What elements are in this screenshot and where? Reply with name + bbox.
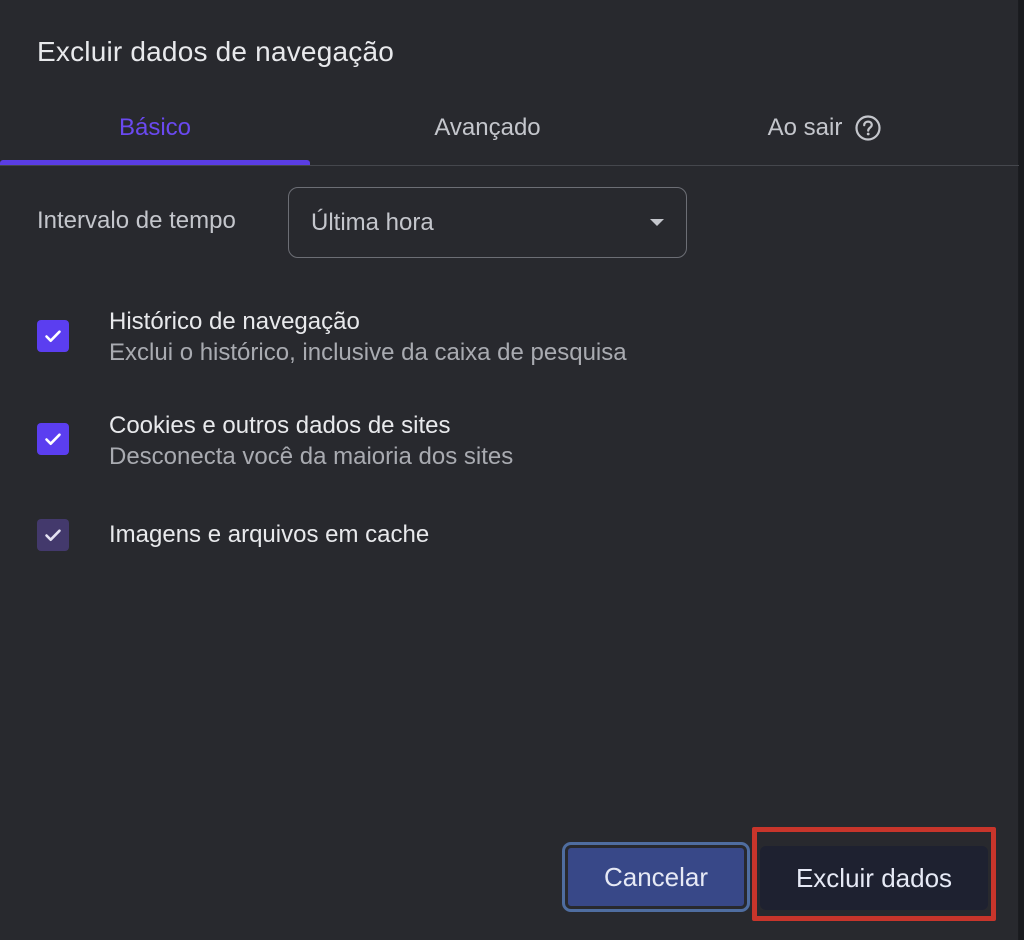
checkmark-icon	[45, 529, 61, 541]
time-range-value: Última hora	[311, 209, 434, 236]
browsing-history-title: Histórico de navegação	[109, 308, 360, 335]
tab-advanced[interactable]: Avançado	[320, 90, 655, 165]
active-tab-indicator	[0, 160, 310, 165]
checkmark-icon	[45, 330, 61, 342]
cookies-subtitle: Desconecta você da maioria dos sites	[109, 443, 514, 470]
tab-on-exit[interactable]: Ao sair	[655, 90, 995, 165]
cached-images-checkbox[interactable]	[37, 519, 69, 551]
background-edge	[1019, 0, 1024, 940]
browsing-history-checkbox[interactable]	[37, 320, 69, 352]
checkmark-icon	[45, 433, 61, 445]
time-range-label: Intervalo de tempo	[37, 207, 236, 234]
tab-basic-label: Básico	[118, 113, 192, 141]
dialog-title: Excluir dados de navegação	[37, 36, 394, 67]
cancel-button[interactable]: Cancelar	[562, 842, 750, 912]
browsing-history-subtitle: Exclui o histórico, inclusive da caixa d…	[109, 339, 627, 366]
tab-advanced-label: Avançado	[434, 113, 541, 141]
cached-images-title: Imagens e arquivos em cache	[109, 521, 430, 548]
tab-on-exit-label: Ao sair	[767, 113, 843, 141]
cookies-title: Cookies e outros dados de sites	[109, 412, 451, 439]
time-range-select[interactable]: Última hora	[288, 187, 687, 258]
cookies-checkbox[interactable]	[37, 423, 69, 455]
help-circle-icon[interactable]	[854, 114, 882, 142]
clear-browsing-data-dialog: Excluir dados de navegação Básico Avança…	[0, 0, 1019, 940]
tab-basic[interactable]: Básico	[0, 90, 310, 165]
tab-bar: Básico Avançado Ao sair	[0, 90, 1019, 166]
delete-data-button[interactable]: Excluir dados	[760, 846, 988, 910]
dropdown-caret-icon	[650, 219, 664, 226]
